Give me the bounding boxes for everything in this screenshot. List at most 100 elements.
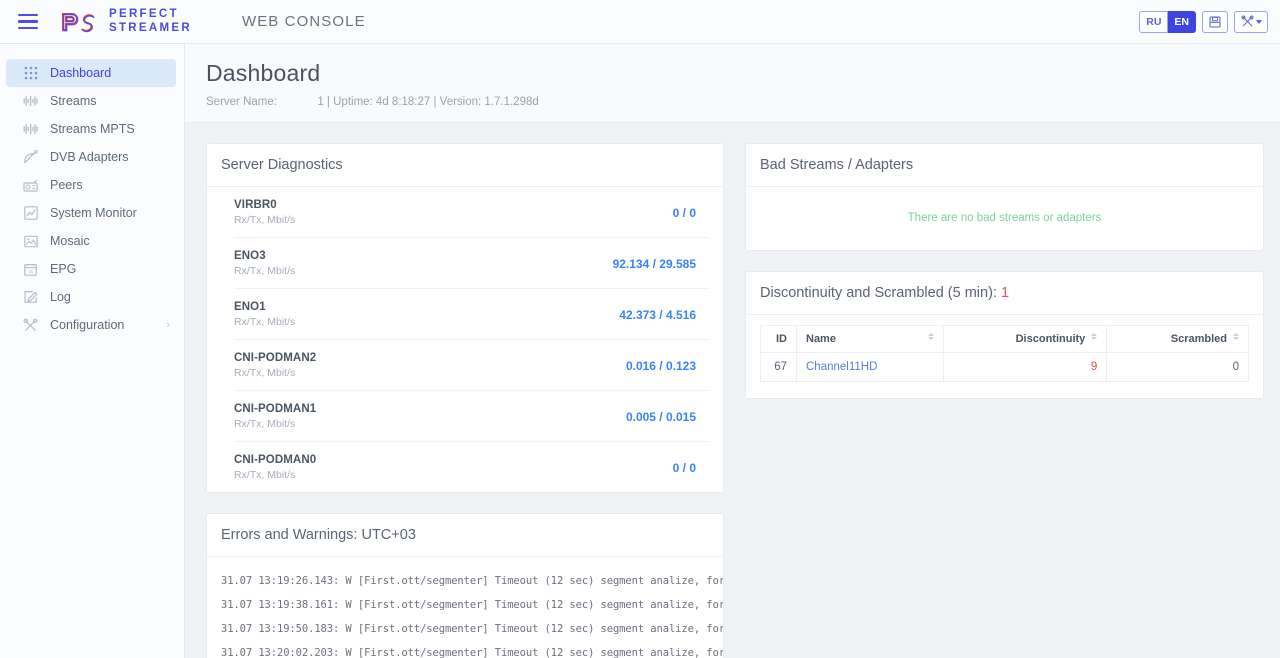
sidebar-item-peers[interactable]: Peers — [6, 171, 176, 199]
lang-ru-button[interactable]: RU — [1139, 11, 1168, 33]
language-toggle[interactable]: RU EN — [1139, 11, 1196, 33]
chevron-down-icon — [1256, 20, 1262, 24]
interface-name: ENO3 — [234, 250, 295, 262]
bad-streams-empty-message: There are no bad streams or adapters — [746, 187, 1263, 250]
topbar-actions: RU EN — [1139, 11, 1268, 33]
interface-name: CNI-PODMAN1 — [234, 403, 316, 415]
interface-value: 92.134 / 29.585 — [613, 257, 709, 271]
column-header-id[interactable]: ID — [761, 326, 797, 353]
sidebar-item-label: Peers — [50, 178, 83, 192]
table-row[interactable]: 67 Channel11HD 9 0 — [761, 353, 1249, 382]
table-header-row: ID Name Discontinuity — [761, 326, 1249, 353]
logo-line-1: PERFECT — [109, 8, 192, 22]
line-chart-icon — [22, 205, 39, 222]
interface-value: 42.373 / 4.516 — [619, 308, 709, 322]
sidebar-item-epg[interactable]: 15 EPG — [6, 255, 176, 283]
sidebar-item-label: Log — [50, 290, 71, 304]
sidebar-item-log[interactable]: Log — [6, 283, 176, 311]
cell-name: Channel11HD — [797, 353, 944, 382]
dashboard-left-column: Server Diagnostics VIRBR0 Rx/Tx, Mbit/s … — [206, 143, 724, 658]
channel-link[interactable]: Channel11HD — [806, 361, 877, 373]
image-icon — [22, 233, 39, 250]
sidebar-item-label: Streams MPTS — [50, 122, 135, 136]
interface-name: CNI-PODMAN2 — [234, 352, 316, 364]
tools-icon — [1241, 15, 1254, 28]
diagnostics-row: CNI-PODMAN1 Rx/Tx, Mbit/s 0.005 / 0.015 — [234, 391, 709, 442]
errors-warnings-card: Errors and Warnings: UTC+03 31.07 13:19:… — [206, 513, 724, 658]
dashboard-grid: Server Diagnostics VIRBR0 Rx/Tx, Mbit/s … — [185, 123, 1280, 658]
chevron-right-icon: › — [166, 320, 170, 331]
sidebar-item-label: Configuration — [50, 318, 124, 332]
tools-icon — [22, 317, 39, 334]
server-info-value: 1 | Uptime: 4d 8:18:27 | Version: 1.7.1.… — [317, 96, 538, 108]
interface-value: 0.005 / 0.015 — [626, 410, 709, 424]
sidebar-item-label: System Monitor — [50, 206, 137, 220]
server-diagnostics-title: Server Diagnostics — [207, 144, 723, 187]
column-header-scrambled-label: Scrambled — [1171, 333, 1227, 345]
errors-warnings-body[interactable]: 31.07 13:19:26.143: W [First.ott/segment… — [207, 557, 723, 658]
interface-name: ENO1 — [234, 301, 295, 313]
sidebar-item-label: Streams — [50, 94, 97, 108]
column-header-discontinuity-label: Discontinuity — [1016, 333, 1086, 345]
errors-warnings-title: Errors and Warnings: UTC+03 — [207, 514, 723, 557]
sidebar-item-label: Dashboard — [50, 66, 111, 80]
bad-streams-title: Bad Streams / Adapters — [746, 144, 1263, 187]
discontinuity-table-wrap: ID Name Discontinuity — [746, 315, 1263, 398]
interface-unit: Rx/Tx, Mbit/s — [234, 418, 316, 430]
interface-value: 0.016 / 0.123 — [626, 359, 709, 373]
diagnostics-row: VIRBR0 Rx/Tx, Mbit/s 0 / 0 — [234, 187, 709, 238]
sidebar-item-dashboard[interactable]: Dashboard — [6, 59, 176, 87]
sort-icon[interactable] — [928, 333, 934, 340]
interface-unit: Rx/Tx, Mbit/s — [234, 214, 295, 226]
column-header-discontinuity[interactable]: Discontinuity — [943, 326, 1106, 353]
dashboard-right-column: Bad Streams / Adapters There are no bad … — [745, 143, 1264, 658]
svg-text:15: 15 — [28, 269, 34, 274]
interface-unit: Rx/Tx, Mbit/s — [234, 265, 295, 277]
column-header-scrambled[interactable]: Scrambled — [1107, 326, 1249, 353]
diagnostics-row: ENO1 Rx/Tx, Mbit/s 42.373 / 4.516 — [234, 289, 709, 340]
save-button[interactable] — [1202, 11, 1228, 33]
page-header: Dashboard Server Name: 1 | Uptime: 4d 8:… — [185, 44, 1280, 123]
sidebar-item-streams[interactable]: Streams — [6, 87, 176, 115]
logo-line-2: STREAMER — [109, 22, 192, 36]
sort-icon[interactable] — [1233, 333, 1239, 340]
column-header-name[interactable]: Name — [797, 326, 944, 353]
log-line: 31.07 13:19:38.161: W [First.ott/segment… — [207, 593, 723, 617]
bad-streams-card: Bad Streams / Adapters There are no bad … — [745, 143, 1264, 251]
sidebar-item-configuration[interactable]: Configuration › — [6, 311, 176, 339]
waveform-icon — [22, 121, 39, 138]
top-bar: PERFECT STREAMER WEB CONSOLE RU EN — [0, 0, 1280, 44]
console-title: WEB CONSOLE — [242, 13, 366, 30]
ps-logo-icon — [60, 11, 100, 33]
discontinuity-table: ID Name Discontinuity — [760, 325, 1249, 382]
sidebar-item-mosaic[interactable]: Mosaic — [6, 227, 176, 255]
waveform-icon — [22, 93, 39, 110]
server-diagnostics-card: Server Diagnostics VIRBR0 Rx/Tx, Mbit/s … — [206, 143, 724, 493]
tools-menu-button[interactable] — [1234, 11, 1268, 33]
interface-name: VIRBR0 — [234, 199, 295, 211]
main-content: Dashboard Server Name: 1 | Uptime: 4d 8:… — [185, 44, 1280, 658]
sort-icon[interactable] — [1091, 333, 1097, 340]
sidebar: Dashboard Streams — [0, 44, 185, 658]
sidebar-item-label: DVB Adapters — [50, 150, 129, 164]
interface-unit: Rx/Tx, Mbit/s — [234, 367, 316, 379]
column-header-name-label: Name — [806, 333, 836, 345]
hamburger-icon[interactable] — [6, 0, 50, 44]
interface-value: 0 / 0 — [673, 461, 709, 475]
sidebar-item-system-monitor[interactable]: System Monitor — [6, 199, 176, 227]
calendar-icon: 15 — [22, 261, 39, 278]
sidebar-item-streams-mpts[interactable]: Streams MPTS — [6, 115, 176, 143]
page-title: Dashboard — [206, 60, 1280, 87]
sidebar-item-dvb-adapters[interactable]: DVB Adapters — [6, 143, 176, 171]
interface-value: 0 / 0 — [673, 206, 709, 220]
app-logo[interactable]: PERFECT STREAMER — [60, 8, 192, 35]
lang-en-button[interactable]: EN — [1168, 11, 1196, 33]
diagnostics-row: ENO3 Rx/Tx, Mbit/s 92.134 / 29.585 — [234, 238, 709, 289]
discontinuity-count: 1 — [1001, 285, 1009, 301]
discontinuity-title-text: Discontinuity and Scrambled (5 min): — [760, 285, 997, 301]
interface-name: CNI-PODMAN0 — [234, 454, 316, 466]
diagnostics-row: CNI-PODMAN0 Rx/Tx, Mbit/s 0 / 0 — [234, 442, 709, 492]
dashboard-grid-icon — [22, 65, 39, 82]
satellite-dish-icon — [22, 149, 39, 166]
server-name-label: Server Name: — [206, 96, 277, 108]
